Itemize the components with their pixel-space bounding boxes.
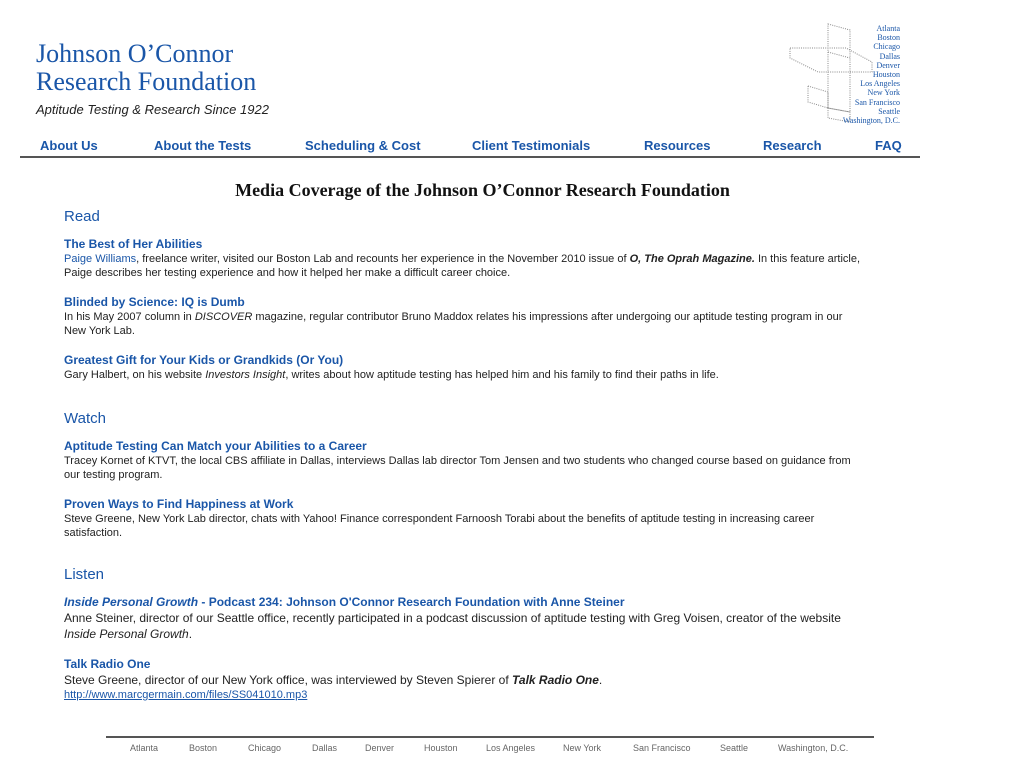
read-heading: Read bbox=[64, 208, 100, 225]
footer-link-washington-dc[interactable]: Washington, D.C. bbox=[778, 743, 848, 753]
watch-section: Watch Aptitude Testing Can Match your Ab… bbox=[64, 410, 864, 540]
list-item: Talk Radio One Steve Greene, director of… bbox=[64, 657, 864, 702]
read-section: Read The Best of Her Abilities Paige Wil… bbox=[64, 208, 864, 382]
footer-link-los-angeles[interactable]: Los Angeles bbox=[486, 743, 535, 753]
video-link[interactable]: Aptitude Testing Can Match your Abilitie… bbox=[64, 439, 864, 454]
nav-about-us[interactable]: About Us bbox=[40, 138, 98, 153]
footer-link-seattle[interactable]: Seattle bbox=[720, 743, 748, 753]
footer-link-san-francisco[interactable]: San Francisco bbox=[633, 743, 691, 753]
article-link[interactable]: Greatest Gift for Your Kids or Grandkids… bbox=[64, 353, 864, 368]
list-item: Aptitude Testing Can Match your Abilitie… bbox=[64, 439, 864, 482]
article-description: In his May 2007 column in DISCOVER magaz… bbox=[64, 311, 843, 337]
footer-link-chicago[interactable]: Chicago bbox=[248, 743, 281, 753]
article-description: Paige Williams, freelance writer, visite… bbox=[64, 253, 861, 279]
foundation-logo[interactable]: Atlanta Boston Chicago Dallas Denver Hou… bbox=[788, 22, 902, 128]
listen-heading: Listen bbox=[64, 566, 105, 583]
listen-section: Listen Inside Personal Growth - Podcast … bbox=[64, 566, 864, 702]
nav-scheduling-cost[interactable]: Scheduling & Cost bbox=[305, 138, 421, 153]
footer-link-atlanta[interactable]: Atlanta bbox=[130, 743, 158, 753]
footer-link-houston[interactable]: Houston bbox=[424, 743, 458, 753]
footer-link-boston[interactable]: Boston bbox=[189, 743, 217, 753]
audio-file-link[interactable]: http://www.marcgermain.com/files/SS04101… bbox=[64, 688, 864, 702]
logo-city-list: Atlanta Boston Chicago Dallas Denver Hou… bbox=[842, 24, 900, 126]
radio-description: Steve Greene, director of our New York o… bbox=[64, 673, 603, 687]
podcast-link[interactable]: Inside Personal Growth - Podcast 234: Jo… bbox=[64, 595, 864, 610]
article-link[interactable]: The Best of Her Abilities bbox=[64, 237, 864, 252]
site-brand[interactable]: Johnson O’Connor Research Foundation Apt… bbox=[36, 40, 269, 118]
podcast-description: Anne Steiner, director of our Seattle of… bbox=[64, 611, 841, 641]
list-item: The Best of Her Abilities Paige Williams… bbox=[64, 237, 864, 280]
nav-about-the-tests[interactable]: About the Tests bbox=[154, 138, 251, 153]
footer-link-new-york[interactable]: New York bbox=[563, 743, 601, 753]
radio-link[interactable]: Talk Radio One bbox=[64, 657, 864, 672]
list-item: Blinded by Science: IQ is Dumb In his Ma… bbox=[64, 295, 864, 338]
footer-city-links: Atlanta Boston Chicago Dallas Denver Hou… bbox=[106, 736, 874, 753]
media-coverage-content: Read The Best of Her Abilities Paige Wil… bbox=[64, 208, 864, 717]
nav-faq[interactable]: FAQ bbox=[875, 138, 902, 153]
brand-tagline: Aptitude Testing & Research Since 1922 bbox=[36, 102, 269, 117]
brand-name-line1[interactable]: Johnson O’Connor bbox=[36, 40, 269, 68]
brand-name-line2[interactable]: Research Foundation bbox=[36, 68, 269, 96]
list-item: Proven Ways to Find Happiness at Work St… bbox=[64, 497, 864, 540]
page-title: Media Coverage of the Johnson O’Connor R… bbox=[235, 180, 730, 200]
footer-link-dallas[interactable]: Dallas bbox=[312, 743, 337, 753]
main-navigation: About Us About the Tests Scheduling & Co… bbox=[20, 134, 920, 158]
nav-resources[interactable]: Resources bbox=[644, 138, 710, 153]
video-description: Tracey Kornet of KTVT, the local CBS aff… bbox=[64, 455, 851, 481]
footer-link-denver[interactable]: Denver bbox=[365, 743, 394, 753]
article-link[interactable]: Blinded by Science: IQ is Dumb bbox=[64, 295, 864, 310]
article-description: Gary Halbert, on his website Investors I… bbox=[64, 369, 719, 381]
watch-heading: Watch bbox=[64, 410, 106, 427]
video-link[interactable]: Proven Ways to Find Happiness at Work bbox=[64, 497, 864, 512]
author-link[interactable]: Paige Williams bbox=[64, 253, 136, 265]
nav-research[interactable]: Research bbox=[763, 138, 822, 153]
list-item: Greatest Gift for Your Kids or Grandkids… bbox=[64, 353, 864, 382]
nav-client-testimonials[interactable]: Client Testimonials bbox=[472, 138, 590, 153]
list-item: Inside Personal Growth - Podcast 234: Jo… bbox=[64, 595, 864, 642]
video-description: Steve Greene, New York Lab director, cha… bbox=[64, 513, 815, 539]
